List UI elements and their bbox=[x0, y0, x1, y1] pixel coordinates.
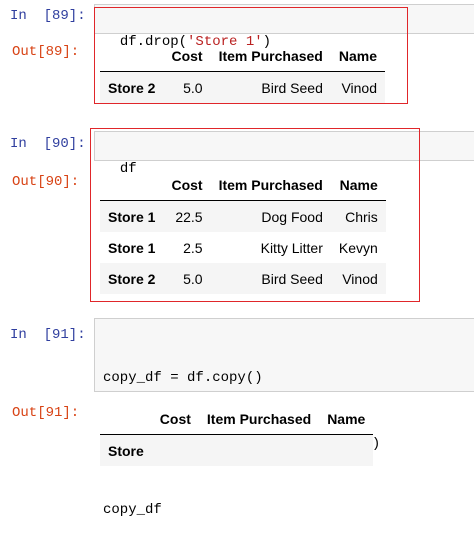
table-row: Store 2 5.0 Bird Seed Vinod bbox=[100, 71, 385, 103]
row-index: Store 1 bbox=[108, 239, 156, 256]
row-index: Store 2 bbox=[108, 270, 156, 287]
row-index: Store 1 bbox=[108, 208, 156, 225]
cell-item: Bird Seed bbox=[261, 270, 323, 287]
column-header-item-purchased: Item Purchased bbox=[210, 170, 331, 201]
cell-item bbox=[199, 435, 319, 467]
cell-cost: 5.0 bbox=[183, 79, 203, 96]
column-header-name: Name bbox=[330, 41, 385, 72]
input-prompt: In [89]: bbox=[10, 8, 86, 24]
code-cell-input[interactable]: copy_df = df.copy() copy_df = copy_df.dr… bbox=[94, 318, 474, 518]
output-prompt: Out[91]: bbox=[12, 405, 80, 421]
column-header-cost: Cost bbox=[163, 41, 211, 72]
dataframe-output: Cost Item Purchased Name Store bbox=[100, 404, 374, 467]
code-line: copy_df = df.copy() bbox=[103, 367, 474, 389]
cell-name: Kevyn bbox=[338, 239, 378, 256]
column-header-cost: Cost bbox=[151, 404, 199, 435]
output-prompt: Out[90]: bbox=[12, 174, 80, 190]
input-prompt: In [91]: bbox=[10, 327, 86, 343]
code-cell-input[interactable]: df.drop('Store 1') bbox=[94, 4, 474, 50]
code-cell-input[interactable]: df bbox=[94, 131, 474, 177]
column-header-cost: Cost bbox=[163, 170, 211, 201]
code-text: copy_df = df.copy() bbox=[103, 370, 263, 386]
cell-name bbox=[319, 435, 373, 467]
column-header-name: Name bbox=[319, 404, 374, 435]
table-row: Store 1 2.5 Kitty Litter Kevyn bbox=[100, 232, 386, 263]
index-header bbox=[100, 170, 164, 201]
column-header-name: Name bbox=[330, 170, 386, 201]
cell-cost bbox=[152, 435, 199, 467]
index-header bbox=[100, 404, 152, 435]
cell-name: Vinod bbox=[342, 270, 378, 287]
index-header bbox=[100, 41, 164, 72]
cell-cost: 22.5 bbox=[175, 208, 203, 225]
column-header-item-purchased: Item Purchased bbox=[210, 41, 331, 72]
row-index: Store bbox=[108, 442, 144, 459]
input-prompt: In [90]: bbox=[10, 136, 86, 152]
table-row: Store bbox=[100, 434, 374, 467]
cell-item: Dog Food bbox=[261, 208, 323, 225]
cell-cost: 2.5 bbox=[183, 239, 203, 256]
table-row: Store 2 5.0 Bird Seed Vinod bbox=[100, 263, 386, 294]
dataframe-output: Cost Item Purchased Name Store 1 22.5 Do… bbox=[100, 170, 386, 294]
code-text: copy_df bbox=[103, 502, 162, 518]
code-line: copy_df bbox=[103, 499, 474, 521]
cell-name: Chris bbox=[345, 208, 378, 225]
table-row: Store 1 22.5 Dog Food Chris bbox=[100, 200, 386, 232]
row-index: Store 2 bbox=[108, 79, 156, 96]
column-header-item-purchased: Item Purchased bbox=[198, 404, 320, 435]
cell-item: Bird Seed bbox=[261, 79, 323, 96]
cell-name: Vinod bbox=[341, 79, 377, 96]
cell-cost: 5.0 bbox=[183, 270, 203, 287]
output-prompt: Out[89]: bbox=[12, 44, 80, 60]
dataframe-output: Cost Item Purchased Name Store 2 5.0 Bir… bbox=[100, 41, 385, 103]
cell-item: Kitty Litter bbox=[260, 239, 323, 256]
